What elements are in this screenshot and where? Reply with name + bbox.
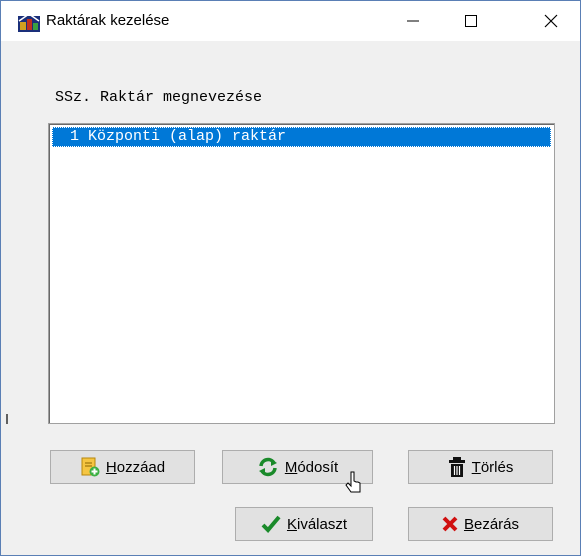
select-button-label: Kiválaszt	[286, 515, 348, 533]
maximize-button[interactable]	[442, 1, 500, 41]
dialog-body: SSz. Raktár megnevezése 1 Központi (alap…	[1, 41, 580, 555]
close-window-button[interactable]	[522, 1, 580, 41]
delete-button-label: Törlés	[471, 458, 514, 476]
dialog-window: Raktárak kezelése SSz. Raktár megnevezés…	[0, 0, 581, 556]
minimize-icon	[407, 20, 419, 22]
checkmark-icon	[261, 515, 281, 533]
close-button-label: Bezárás	[463, 515, 520, 533]
add-button-label: Hozzáad	[105, 458, 166, 476]
maximize-icon	[465, 15, 477, 27]
select-button[interactable]: Kiválaszt	[235, 507, 373, 541]
window-title: Raktárak kezelése	[46, 12, 170, 29]
close-button[interactable]: Bezárás	[408, 507, 553, 541]
minimize-button[interactable]	[384, 1, 442, 41]
title-bar[interactable]: Raktárak kezelése	[1, 1, 580, 41]
delete-button[interactable]: Törlés	[408, 450, 553, 484]
x-icon	[442, 516, 458, 532]
mouse-cursor-icon	[345, 471, 361, 493]
refresh-icon	[258, 457, 277, 477]
window-edge-marker	[6, 414, 8, 424]
app-icon	[18, 14, 40, 32]
modify-button-label: Módosít	[284, 458, 339, 476]
list-item[interactable]: 1 Központi (alap) raktár	[52, 127, 551, 147]
trash-icon	[448, 457, 465, 477]
warehouse-listbox[interactable]: 1 Központi (alap) raktár	[48, 123, 555, 424]
add-button[interactable]: Hozzáad	[50, 450, 195, 484]
add-document-icon	[81, 457, 100, 477]
close-icon	[544, 14, 558, 28]
list-column-header: SSz. Raktár megnevezése	[55, 89, 263, 106]
